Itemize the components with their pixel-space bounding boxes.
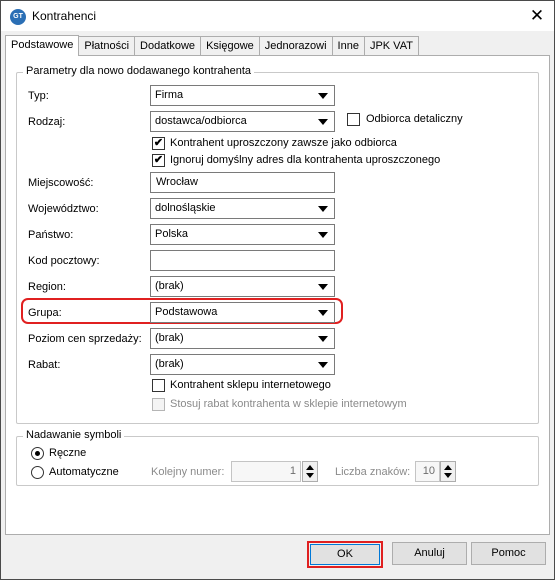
window-title: Kontrahenci <box>32 9 97 23</box>
spin-up-icon <box>444 465 452 470</box>
typ-label: Typ: <box>28 90 49 102</box>
dialog-window: GT Kontrahenci ✕ Podstawowe Płatności Do… <box>0 0 555 580</box>
uproszczony-checkbox[interactable]: ✔ <box>152 137 165 150</box>
checkmark-icon: ✔ <box>153 154 164 166</box>
title-bar: GT Kontrahenci ✕ <box>1 1 554 31</box>
chevron-down-icon <box>318 336 328 342</box>
chevron-down-icon <box>318 232 328 238</box>
rabat-select[interactable]: (brak) <box>150 354 335 375</box>
kod-field[interactable] <box>150 250 335 271</box>
panstwo-label: Państwo: <box>28 229 74 241</box>
kolejny-numer-field[interactable]: 1 <box>231 461 301 482</box>
miejscowosc-label: Miejscowość: <box>28 177 94 189</box>
grupa-value: Podstawowa <box>155 306 218 318</box>
poziom-value: (brak) <box>155 332 184 344</box>
tab-platnosci[interactable]: Płatności <box>78 36 136 55</box>
chevron-down-icon <box>318 119 328 125</box>
typ-value: Firma <box>155 89 184 101</box>
region-value: (brak) <box>155 280 184 292</box>
region-select[interactable]: (brak) <box>150 276 335 297</box>
odbiorca-detaliczny-label: Odbiorca detaliczny <box>366 113 463 125</box>
rabat-label: Rabat: <box>28 359 61 371</box>
typ-select[interactable]: Firma <box>150 85 335 106</box>
stosuj-rabat-label: Stosuj rabat kontrahenta w sklepie inter… <box>170 398 407 410</box>
kod-label: Kod pocztowy: <box>28 255 100 267</box>
rodzaj-label: Rodzaj: <box>28 116 66 128</box>
sklep-checkbox[interactable] <box>152 379 165 392</box>
panstwo-select[interactable]: Polska <box>150 224 335 245</box>
rabat-value: (brak) <box>155 358 184 370</box>
close-x-icon: ✕ <box>529 6 545 25</box>
chevron-down-icon <box>318 284 328 290</box>
tab-ksiegowe[interactable]: Księgowe <box>200 36 260 55</box>
tab-inne[interactable]: Inne <box>331 36 365 55</box>
tab-dodatkowe[interactable]: Dodatkowe <box>134 36 202 55</box>
tab-podstawowe[interactable]: Podstawowe <box>5 35 80 56</box>
ignoruj-checkbox[interactable]: ✔ <box>152 154 165 167</box>
wojewodztwo-label: Województwo: <box>28 203 99 215</box>
poziom-select[interactable]: (brak) <box>150 328 335 349</box>
panstwo-value: Polska <box>155 228 189 240</box>
reczne-radio[interactable] <box>31 447 44 460</box>
automatyczne-label: Automatyczne <box>49 466 119 478</box>
chevron-down-icon <box>318 206 328 212</box>
spin-down-icon <box>306 473 314 478</box>
anuluj-button[interactable]: Anuluj <box>392 542 467 565</box>
rodzaj-value: dostawca/odbiorca <box>155 115 247 127</box>
sklep-label: Kontrahent sklepu internetowego <box>170 379 331 391</box>
pomoc-button[interactable]: Pomoc <box>471 542 546 565</box>
ok-button[interactable]: OK <box>310 544 380 565</box>
checkmark-icon: ✔ <box>153 137 164 149</box>
wojewodztwo-value: dolnośląskie <box>155 202 216 214</box>
tab-jpk-vat[interactable]: JPK VAT <box>363 36 419 55</box>
grupa-select[interactable]: Podstawowa <box>150 302 335 323</box>
chevron-down-icon <box>318 362 328 368</box>
app-icon: GT <box>10 9 26 25</box>
tab-strip: Podstawowe Płatności Dodatkowe Księgowe … <box>5 35 419 56</box>
stosuj-rabat-checkbox[interactable] <box>152 398 165 411</box>
rodzaj-select[interactable]: dostawca/odbiorca <box>150 111 335 132</box>
reczne-label: Ręczne <box>49 447 87 459</box>
liczba-znakow-label: Liczba znaków: <box>335 466 411 478</box>
tab-jednorazowi[interactable]: Jednorazowi <box>258 36 333 55</box>
spin-up-icon <box>306 465 314 470</box>
params-group-legend: Parametry dla nowo dodawanego kontrahent… <box>23 65 255 77</box>
kolejny-numer-spinner[interactable] <box>302 461 318 482</box>
region-label: Region: <box>28 281 66 293</box>
tab-panel: Parametry dla nowo dodawanego kontrahent… <box>5 55 550 535</box>
liczba-znakow-field[interactable]: 10 <box>415 461 440 482</box>
grupa-label: Grupa: <box>28 307 62 319</box>
ignoruj-label: Ignoruj domyślny adres dla kontrahenta u… <box>170 154 441 166</box>
liczba-znakow-spinner[interactable] <box>440 461 456 482</box>
close-button[interactable]: ✕ <box>524 3 550 29</box>
miejscowosc-field[interactable]: Wrocław <box>150 172 335 193</box>
automatyczne-radio[interactable] <box>31 466 44 479</box>
chevron-down-icon <box>318 310 328 316</box>
poziom-label: Poziom cen sprzedaży: <box>28 333 142 345</box>
odbiorca-detaliczny-checkbox[interactable] <box>347 113 360 126</box>
kolejny-numer-label: Kolejny numer: <box>151 466 225 478</box>
radio-selected-dot <box>35 451 40 456</box>
symbols-group-legend: Nadawanie symboli <box>23 429 125 441</box>
chevron-down-icon <box>318 93 328 99</box>
spin-down-icon <box>444 473 452 478</box>
uproszczony-label: Kontrahent uproszczony zawsze jako odbio… <box>170 137 397 149</box>
wojewodztwo-select[interactable]: dolnośląskie <box>150 198 335 219</box>
